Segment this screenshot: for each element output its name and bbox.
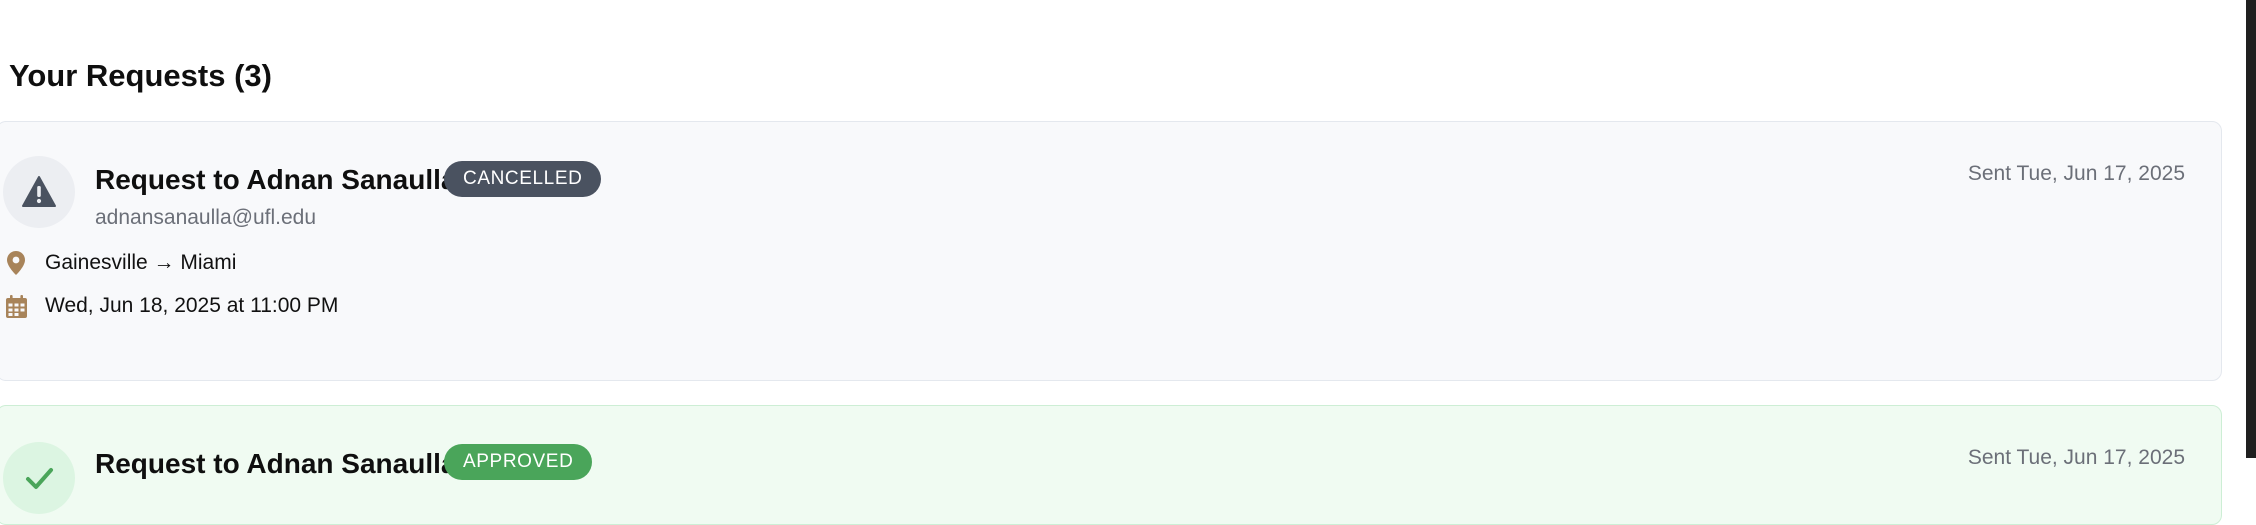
section-title: Your Requests (3) [9,58,272,93]
main-content: Your Requests (3) Request to Adnan Sanau… [0,0,2246,525]
status-avatar [3,156,75,228]
request-card-cancelled[interactable]: Request to Adnan Sanaulla CANCELLED adna… [0,121,2222,381]
request-title: Request to Adnan Sanaulla [95,448,457,479]
sent-date: Sent Tue, Jun 17, 2025 [1967,446,2185,469]
warning-icon [22,176,56,207]
datetime-text: Wed, Jun 18, 2025 at 11:00 PM [45,294,339,317]
route-row: Gainesville → Miami [5,248,236,278]
status-badge: CANCELLED [444,161,602,197]
status-avatar [3,442,75,514]
calendar-icon [5,293,27,319]
check-icon [26,468,53,489]
status-badge: APPROVED [444,444,593,480]
map-pin-icon [5,250,27,276]
request-card-approved[interactable]: Request to Adnan Sanaulla APPROVED Sent … [0,405,2222,525]
request-title: Request to Adnan Sanaulla [95,164,457,195]
window-edge-bar [2246,0,2256,458]
route-text: Gainesville → Miami [45,251,237,274]
sent-date: Sent Tue, Jun 17, 2025 [1967,162,2185,185]
request-email: adnansanaulla@ufl.edu [95,206,316,229]
datetime-row: Wed, Jun 18, 2025 at 11:00 PM [5,291,338,321]
